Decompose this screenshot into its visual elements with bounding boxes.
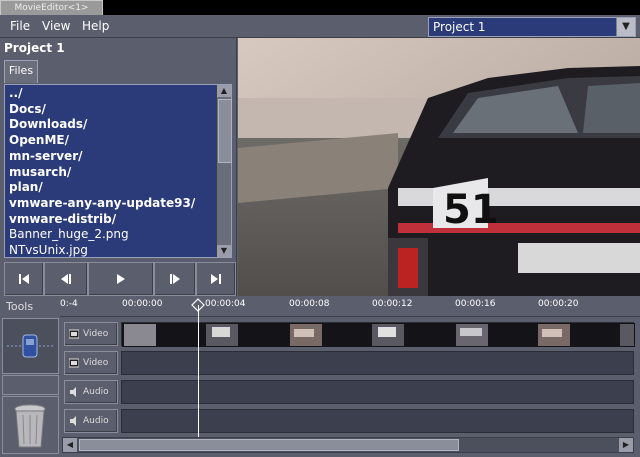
file-list-folder[interactable]: mn-server/ [9, 149, 83, 163]
ruler-tick: 00:00:08 [289, 299, 330, 309]
file-list-folder[interactable]: Docs/ [9, 102, 46, 116]
project-select[interactable]: Project 1 ▼ [428, 17, 636, 37]
tab-files[interactable]: Files [4, 60, 38, 83]
track-label: Audio [83, 416, 109, 426]
menu-file[interactable]: File [10, 19, 30, 33]
track-video-2-button[interactable]: Video [64, 351, 118, 375]
file-list[interactable]: ../ Docs/Downloads/OpenME/mn-server/musar… [4, 84, 232, 258]
svg-text:51: 51 [443, 187, 499, 233]
ruler-tick: 00:00:20 [538, 299, 579, 309]
menu-view[interactable]: View [42, 19, 70, 33]
step-forward-icon [170, 274, 180, 284]
file-list-scrollbar[interactable]: ▲ ▼ [216, 85, 232, 257]
trash-button[interactable] [2, 396, 59, 454]
video-track-icon [69, 358, 79, 368]
video-frame-image: 51 [238, 38, 640, 296]
scroll-right-icon[interactable]: ▶ [619, 438, 633, 452]
playhead-line [198, 305, 199, 437]
scroll-thumb-horizontal[interactable] [79, 439, 459, 451]
video-preview[interactable]: 51 [238, 38, 640, 296]
scroll-thumb[interactable] [218, 99, 232, 163]
scroll-left-icon[interactable]: ◀ [63, 438, 77, 452]
tool-select[interactable] [2, 318, 59, 374]
track-label: Video [83, 329, 109, 339]
timeline-ruler[interactable]: 0:-4 00:00:00 00:00:04 00:00:08 00:00:12… [60, 297, 640, 317]
file-list-folder[interactable]: ../ [9, 86, 23, 100]
skip-first-button[interactable] [4, 262, 44, 296]
speaker-icon [70, 387, 76, 397]
timeline-scrollbar[interactable]: ◀ ▶ [62, 437, 634, 453]
step-back-button[interactable] [44, 262, 88, 296]
file-list-folder[interactable]: OpenME/ [9, 133, 69, 147]
file-list-folder[interactable]: musarch/ [9, 165, 71, 179]
scroll-down-icon[interactable]: ▼ [217, 245, 231, 257]
play-icon [117, 274, 125, 284]
file-list-folder[interactable]: vmware-any-any-update93/ [9, 196, 195, 210]
trash-icon [14, 404, 46, 448]
ruler-tick: 0:-4 [60, 299, 78, 309]
scroll-up-icon[interactable]: ▲ [217, 85, 231, 97]
file-list-folder[interactable]: plan/ [9, 180, 43, 194]
ruler-tick: 00:00:16 [455, 299, 496, 309]
track-audio-2-button[interactable]: Audio [64, 409, 118, 433]
chevron-down-icon[interactable]: ▼ [616, 18, 635, 36]
track-video-1-button[interactable]: Video [64, 322, 118, 346]
project-title: Project 1 [4, 41, 65, 55]
window-title-tab[interactable]: MovieEditor<1> [0, 0, 103, 15]
step-forward-button[interactable] [154, 262, 196, 296]
track-label: Audio [83, 387, 109, 397]
razor-tool-icon [7, 334, 54, 358]
file-list-file[interactable]: Banner_huge_2.png [9, 227, 129, 241]
project-select-value: Project 1 [433, 20, 486, 34]
ruler-tick: 00:00:00 [122, 299, 163, 309]
file-list-folder[interactable]: vmware-distrib/ [9, 212, 116, 226]
tools-label: Tools [6, 300, 34, 313]
video-track-icon [69, 329, 79, 339]
transport-controls [4, 262, 236, 296]
skip-last-button[interactable] [196, 262, 236, 296]
tool-empty[interactable] [2, 375, 59, 395]
file-list-file[interactable]: NTvsUnix.jpg [9, 243, 88, 257]
speaker-icon [70, 416, 76, 426]
skip-first-icon [19, 274, 29, 284]
ruler-tick: 00:00:04 [205, 299, 246, 309]
step-back-icon [61, 274, 71, 284]
skip-last-icon [211, 274, 221, 284]
play-button[interactable] [88, 262, 154, 296]
ruler-tick: 00:00:12 [372, 299, 413, 309]
menu-help[interactable]: Help [82, 19, 109, 33]
file-list-folder[interactable]: Downloads/ [9, 117, 87, 131]
track-label: Video [83, 358, 109, 368]
track-audio-1-button[interactable]: Audio [64, 380, 118, 404]
